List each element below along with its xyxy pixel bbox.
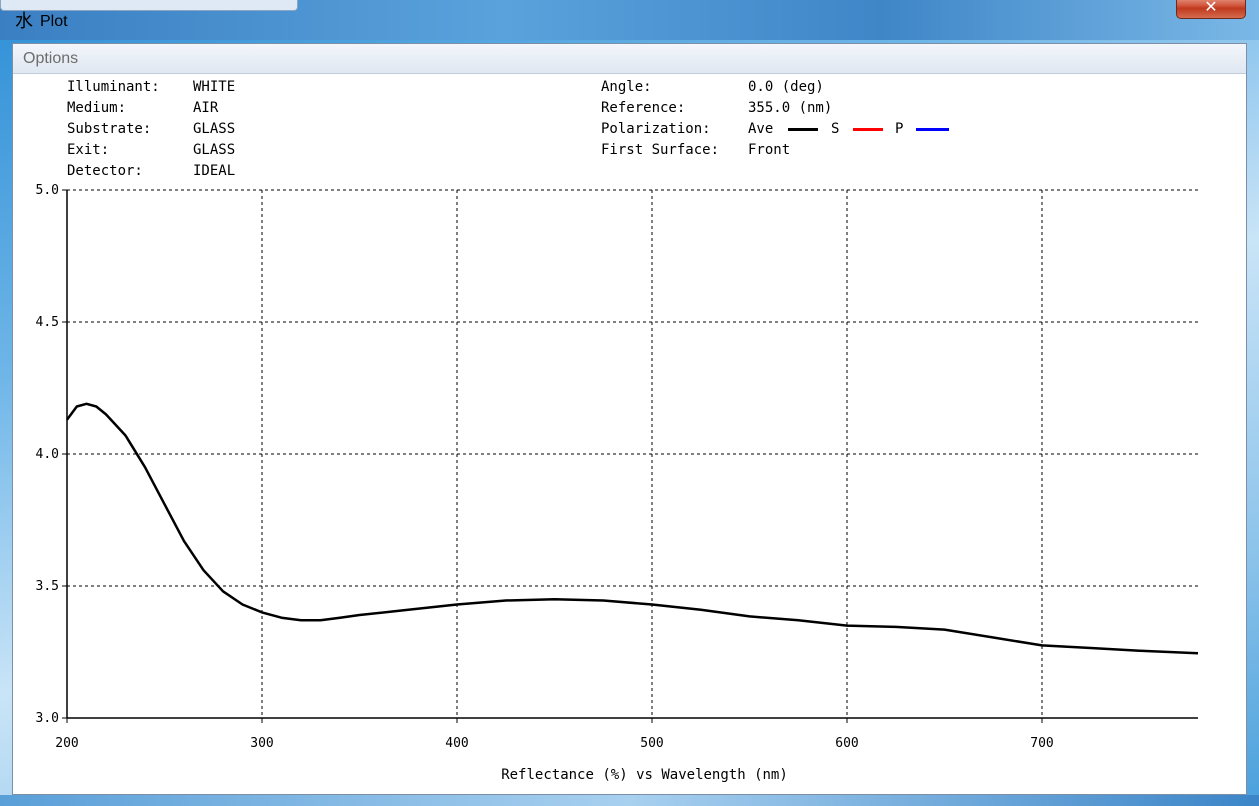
app-icon: 水 [15, 11, 33, 32]
x-tick-label: 500 [640, 736, 663, 751]
window-title: Plot [40, 13, 68, 30]
menu-bar: Options [13, 44, 1246, 74]
menu-options[interactable]: Options [23, 50, 78, 68]
y-tick-label: 4.0 [36, 447, 59, 462]
client-area: Options Illuminant: WHITE Medium: AIR Su… [12, 43, 1247, 795]
y-tick-label: 3.0 [36, 711, 59, 726]
x-tick-label: 300 [250, 736, 273, 751]
x-tick-label: 600 [835, 736, 858, 751]
x-axis-label: Reflectance (%) vs Wavelength (nm) [501, 767, 788, 783]
close-button[interactable]: ✕ [1176, 0, 1246, 19]
plot-window: 水 Plot ✕ Options Illuminant: WHITE Mediu… [0, 0, 1259, 806]
x-tick-label: 400 [445, 736, 468, 751]
title-bar[interactable]: 水 Plot [0, 8, 1259, 42]
close-icon: ✕ [1204, 0, 1218, 16]
reflectance-chart: 3.0 3.5 4.0 4.5 5.0 200 300 400 500 600 700 Reflect… [36, 183, 1199, 783]
series-line-ave [65, 402, 1199, 655]
x-tick-label: 200 [55, 736, 78, 751]
window-bottom-border [0, 795, 1259, 806]
x-tick-label: 700 [1030, 736, 1053, 751]
y-tick-label: 3.5 [36, 579, 59, 594]
y-tick-label: 4.5 [36, 315, 59, 330]
y-tick-label: 5.0 [36, 183, 59, 198]
